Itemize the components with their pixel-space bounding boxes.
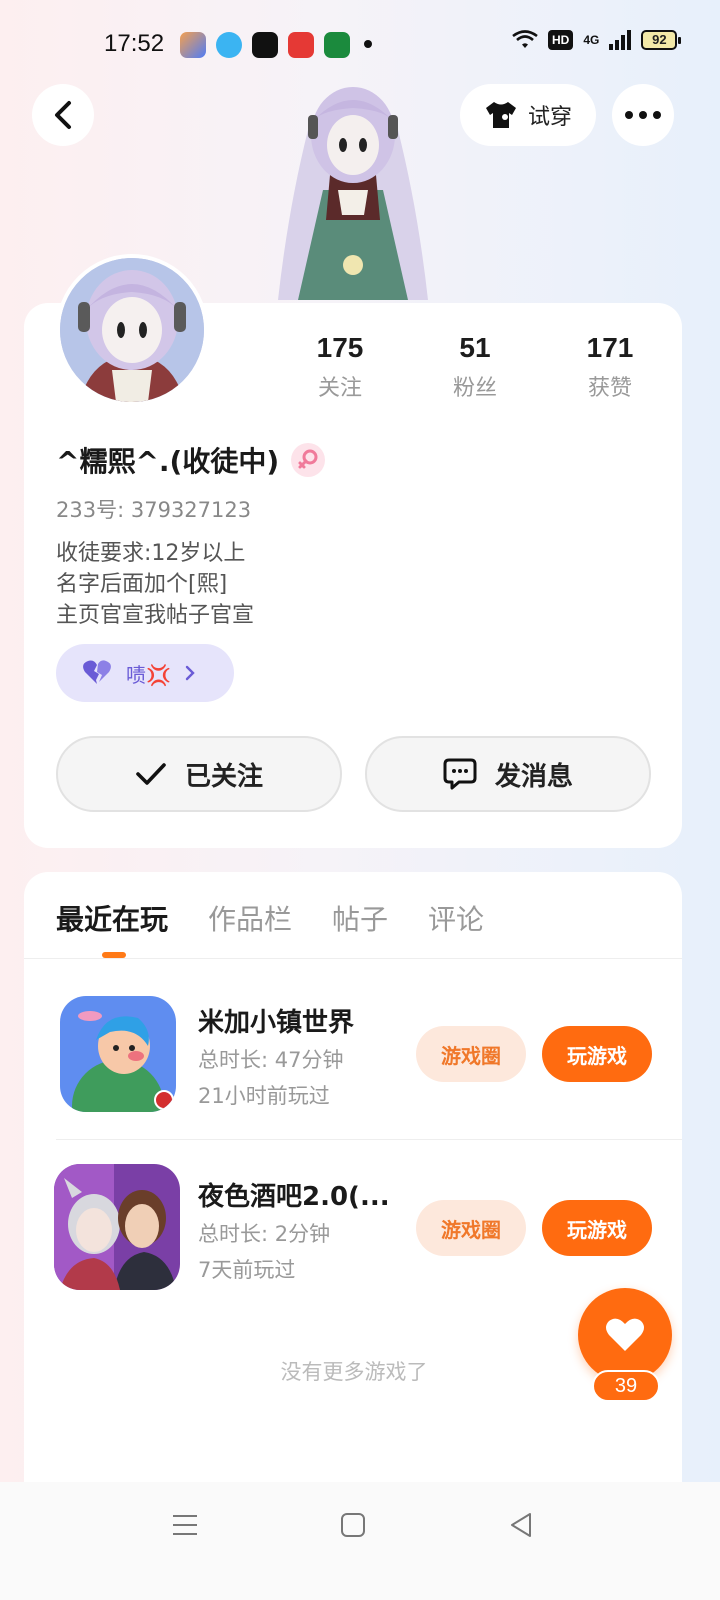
stat-value: 175 <box>316 332 364 363</box>
broken-heart-icon <box>83 660 111 684</box>
uid-label: 233号: <box>56 498 125 522</box>
home-square-icon[interactable] <box>338 1510 368 1540</box>
system-nav-bar <box>0 1482 720 1600</box>
game-name: 夜色酒吧2.0(... <box>198 1182 390 1212</box>
game-last-played: 7天前玩过 <box>198 1258 296 1282</box>
bio-line: 收徒要求:12岁以上 <box>56 541 246 566</box>
chat-bubble-icon <box>443 758 477 790</box>
wifi-icon <box>512 30 538 48</box>
game-list-item[interactable]: 夜色酒吧2.0(... 总时长: 2分钟 7天前玩过 游戏圈 玩游戏 <box>24 1156 682 1306</box>
network-type: 4G <box>583 33 600 47</box>
game-name: 米加小镇世界 <box>198 1008 355 1038</box>
followed-button[interactable]: 已关注 <box>56 736 342 812</box>
app-notification-icon <box>216 32 242 58</box>
user-id: 233号: 379327123 <box>56 494 251 524</box>
avatar[interactable] <box>56 254 208 406</box>
stat-value: 171 <box>586 332 634 363</box>
status-right: HD 4G 92 <box>512 30 682 50</box>
signal-icon <box>609 30 632 50</box>
bio: 收徒要求:12岁以上 名字后面加个[熙] 主页官宣我帖子官宣 <box>56 538 254 631</box>
relationship-badge[interactable]: 啧💢 <box>56 644 234 702</box>
battery-icon: 92 <box>641 30 682 50</box>
play-game-button[interactable]: 玩游戏 <box>542 1026 652 1082</box>
divider <box>24 958 682 959</box>
check-icon <box>136 763 166 785</box>
heart-icon <box>606 1318 644 1351</box>
stat-label: 粉丝 <box>452 376 497 401</box>
app-notification-icon <box>324 32 350 58</box>
stat-following[interactable]: 175 关注 <box>290 332 390 402</box>
tab-posts[interactable]: 帖子 <box>332 898 388 938</box>
status-app-icons <box>180 32 350 58</box>
status-time: 17:52 <box>104 30 165 57</box>
chevron-right-icon <box>185 665 195 681</box>
send-message-label: 发消息 <box>494 761 573 792</box>
more-dots-icon <box>625 111 661 119</box>
tab-recently-played[interactable]: 最近在玩 <box>56 898 168 938</box>
stat-label: 关注 <box>317 376 362 401</box>
game-icon <box>60 996 176 1112</box>
badge-text: 啧💢 <box>126 662 171 687</box>
tab-comments[interactable]: 评论 <box>428 898 484 938</box>
tab-works[interactable]: 作品栏 <box>208 898 292 938</box>
profile-stats: 175 关注 51 粉丝 171 获赞 <box>290 332 660 402</box>
avatar-character-figure[interactable] <box>268 70 438 310</box>
back-button[interactable] <box>32 84 94 146</box>
username: ^糯熙^.(收徒中) <box>56 445 280 478</box>
send-message-button[interactable]: 发消息 <box>365 736 651 812</box>
stat-fans[interactable]: 51 粉丝 <box>425 332 525 402</box>
more-button[interactable] <box>612 84 674 146</box>
back-triangle-icon[interactable] <box>506 1510 536 1540</box>
app-notification-icon <box>180 32 206 58</box>
try-on-button[interactable]: 试穿 <box>460 84 596 146</box>
stat-likes[interactable]: 171 获赞 <box>560 332 660 402</box>
stat-label: 获赞 <box>587 376 632 401</box>
play-game-button[interactable]: 玩游戏 <box>542 1200 652 1256</box>
username-row: ^糯熙^.(收徒中) <box>56 440 326 480</box>
female-icon <box>291 443 326 477</box>
stat-value: 51 <box>459 332 491 363</box>
game-duration: 总时长: 2分钟 <box>198 1222 331 1246</box>
app-notification-icon <box>252 32 278 58</box>
notification-dot-icon <box>364 40 372 48</box>
bio-line: 主页官宣我帖子官宣 <box>56 603 255 628</box>
game-circle-button[interactable]: 游戏圈 <box>416 1026 526 1082</box>
divider <box>56 1139 682 1140</box>
followed-label: 已关注 <box>184 761 263 792</box>
uid-value: 379327123 <box>130 498 252 522</box>
game-icon <box>54 1164 180 1290</box>
app-notification-icon <box>288 32 314 58</box>
game-duration: 总时长: 47分钟 <box>198 1048 344 1072</box>
game-list-item[interactable]: 米加小镇世界 总时长: 47分钟 21小时前玩过 游戏圈 玩游戏 <box>24 984 682 1134</box>
menu-icon[interactable] <box>170 1510 200 1540</box>
tshirt-icon <box>485 102 516 128</box>
like-button[interactable] <box>578 1288 672 1382</box>
profile-tabs: 最近在玩 作品栏 帖子 评论 <box>56 898 484 938</box>
avatar-image <box>60 258 204 402</box>
bio-line: 名字后面加个[熙] <box>56 572 228 597</box>
chevron-left-icon <box>55 101 71 129</box>
game-last-played: 21小时前玩过 <box>198 1084 330 1108</box>
like-count: 39 <box>592 1370 660 1402</box>
hd-badge: HD <box>548 30 574 50</box>
try-on-label: 试穿 <box>527 105 572 130</box>
game-circle-button[interactable]: 游戏圈 <box>416 1200 526 1256</box>
